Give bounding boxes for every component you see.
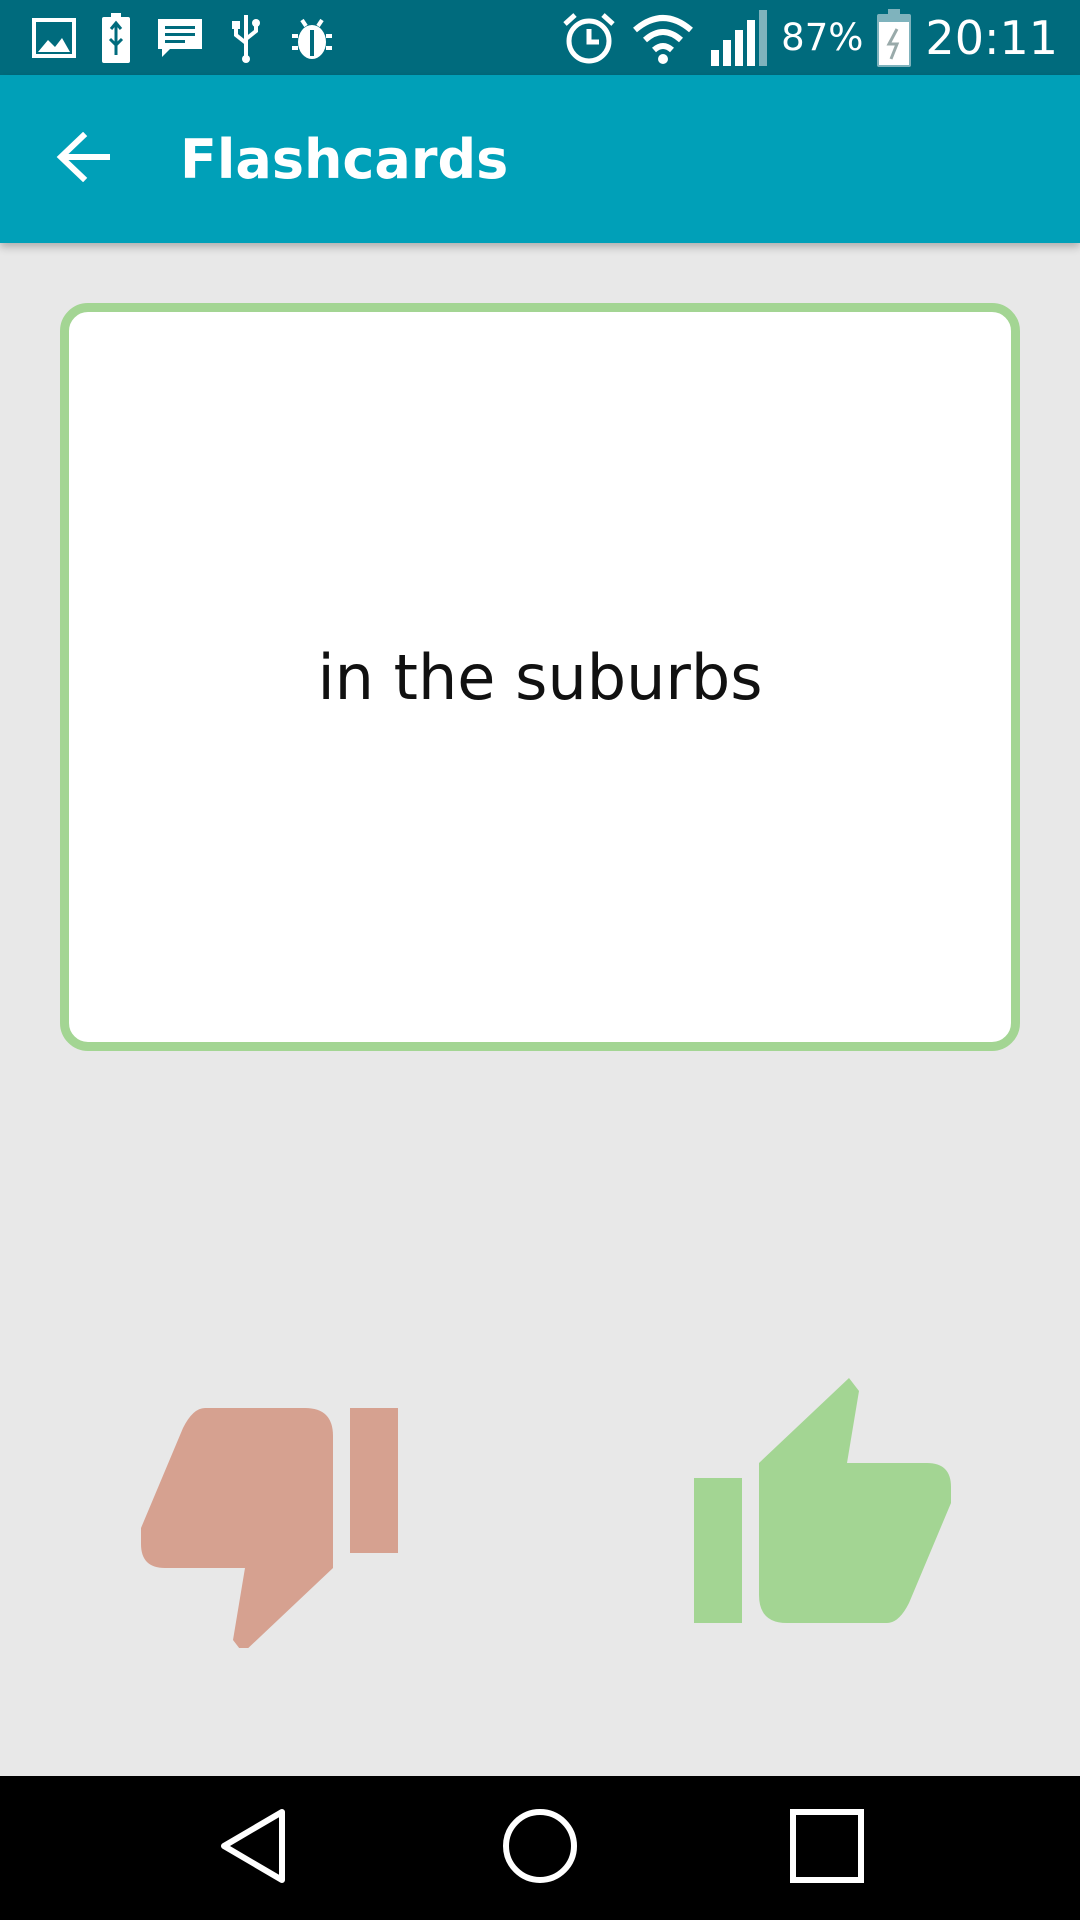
battery-charging-icon	[877, 8, 912, 67]
bug-icon	[288, 14, 336, 62]
status-system: 87% 20:11	[547, 0, 1058, 75]
wifi-icon	[631, 12, 695, 64]
nav-home-button[interactable]	[470, 1776, 610, 1920]
home-circle-icon	[502, 1808, 578, 1888]
battery-percent: 87%	[781, 16, 864, 59]
back-triangle-icon	[218, 1808, 288, 1888]
image-icon	[32, 17, 76, 58]
like-button[interactable]	[675, 1370, 965, 1660]
message-icon	[156, 17, 204, 59]
navigation-bar	[0, 1776, 1080, 1920]
battery-saver-icon	[102, 12, 130, 63]
flashcard[interactable]: in the suburbs	[60, 303, 1020, 1051]
status-notifications	[32, 0, 362, 75]
thumb-up-icon	[685, 1378, 955, 1652]
flashcard-text: in the suburbs	[317, 640, 763, 714]
status-clock: 20:11	[925, 10, 1058, 65]
app-bar: Flashcards	[0, 75, 1080, 243]
recents-square-icon	[789, 1808, 865, 1888]
status-bar: 87% 20:11	[0, 0, 1080, 75]
back-button[interactable]	[0, 75, 170, 243]
dislike-button[interactable]	[125, 1370, 415, 1660]
usb-icon	[230, 13, 262, 63]
alarm-icon	[561, 10, 617, 66]
nav-back-button[interactable]	[183, 1776, 323, 1920]
signal-icon	[709, 9, 769, 66]
page-title: Flashcards	[180, 127, 509, 191]
arrow-back-icon	[55, 131, 111, 186]
thumb-down-icon	[135, 1378, 405, 1653]
nav-recents-button[interactable]	[757, 1776, 897, 1920]
